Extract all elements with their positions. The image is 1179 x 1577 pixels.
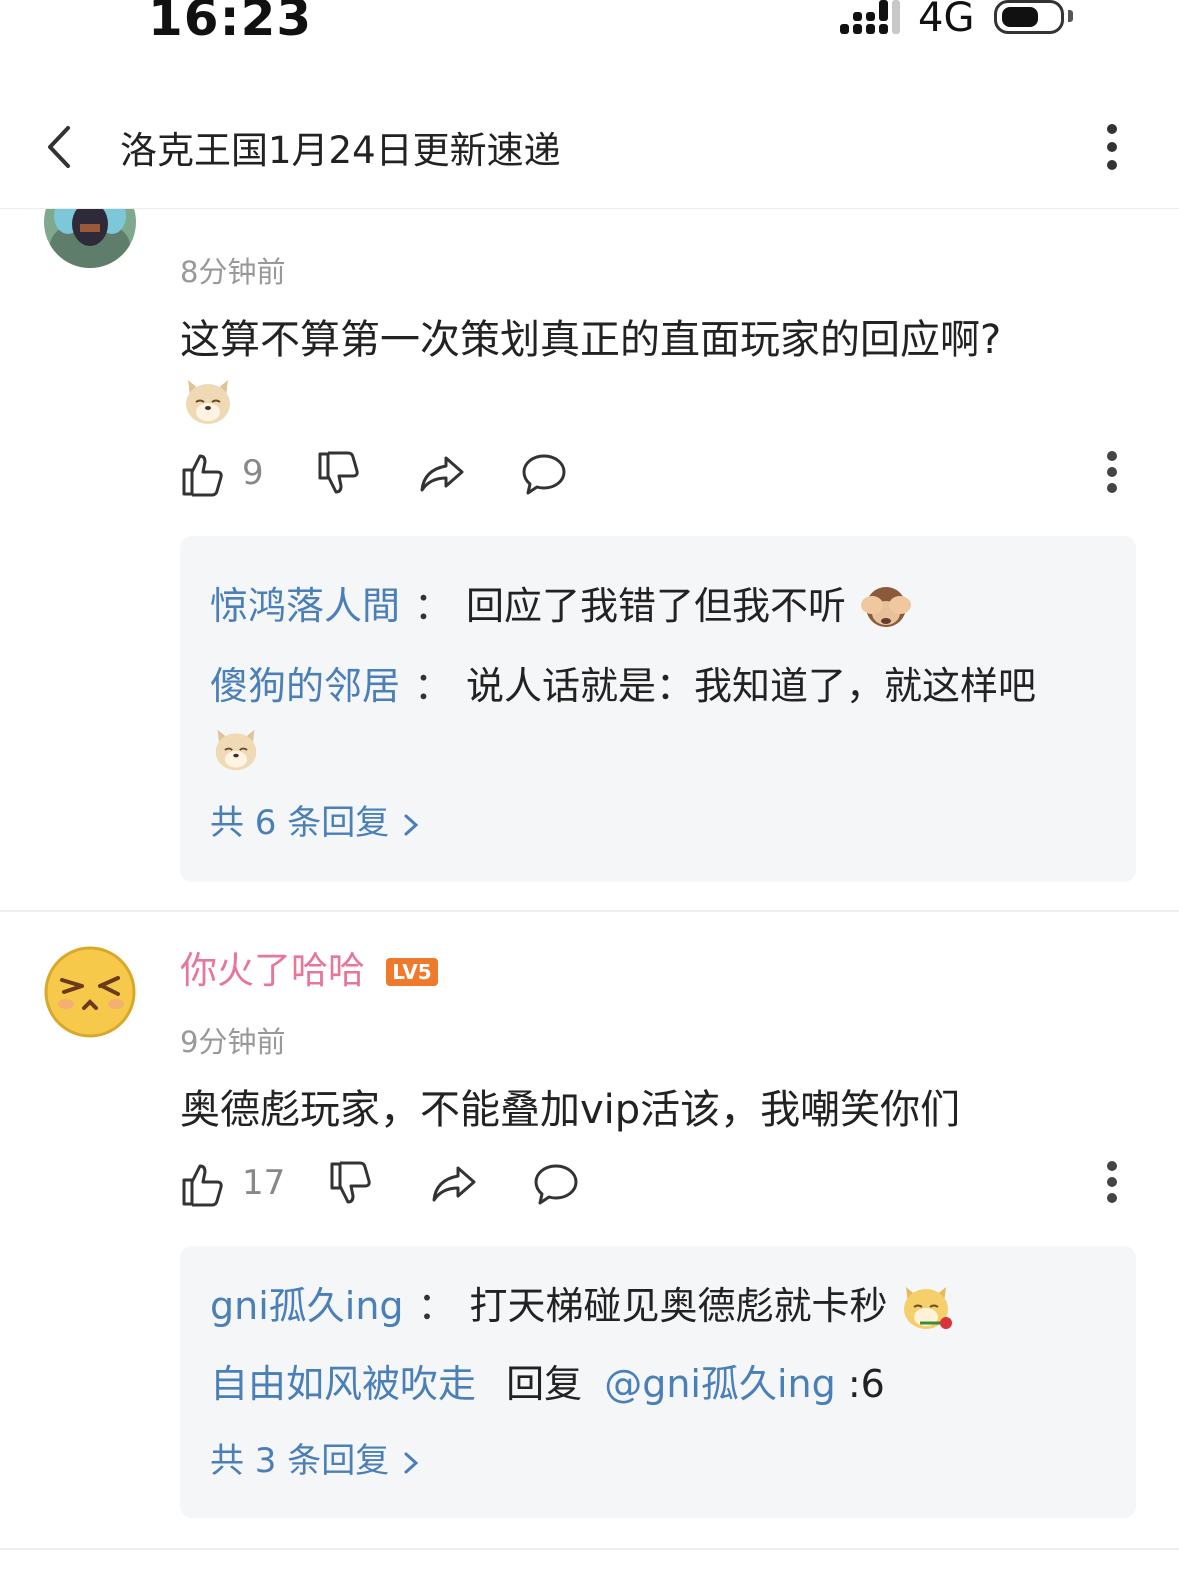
battery-icon — [994, 0, 1064, 34]
level-badge-text: LV5 — [392, 960, 432, 984]
comment-timestamp: 8分钟前 — [180, 255, 286, 289]
level-badge: LV5 — [386, 958, 438, 986]
reply-item: 自由如风被吹走 回复 @gni孤久ing :6 — [210, 1356, 885, 1412]
reply-total: 共 6 条回复 — [210, 803, 390, 843]
thumbs-down-icon[interactable] — [328, 1160, 376, 1208]
reply-username[interactable]: gni孤久ing — [210, 1284, 404, 1328]
reply-separator: ： — [417, 1284, 456, 1328]
view-all-replies-link[interactable]: 共 6 条回复 — [210, 798, 422, 848]
chevron-right-icon — [404, 814, 419, 835]
reply-text: 打天梯碰见奥德彪就卡秒 — [469, 1284, 888, 1328]
comment-body: 这算不算第一次策划真正的直面玩家的回应啊? — [180, 317, 1002, 363]
thumbs-up-icon[interactable] — [180, 450, 228, 498]
see-no-evil-monkey-icon — [861, 586, 912, 627]
comment-divider — [0, 910, 1179, 912]
comment-actions: 17 — [180, 1160, 1140, 1216]
reply-word: 回复 — [506, 1362, 583, 1406]
comment-more-icon[interactable] — [1105, 1160, 1119, 1208]
thumbs-up-icon[interactable] — [180, 1160, 228, 1208]
reply-separator: ： — [414, 664, 453, 708]
like-count: 17 — [242, 1163, 286, 1203]
share-icon[interactable] — [430, 1160, 478, 1208]
share-icon[interactable] — [418, 450, 466, 498]
comment-text: 这算不算第一次策划真正的直面玩家的回应啊? — [180, 310, 1001, 370]
comment-body: 奥德彪玩家，不能叠加vip活该，我嘲笑你们 — [180, 1087, 961, 1133]
page-title: 洛克王国1月24日更新速递 — [120, 129, 561, 172]
network-type: 4G — [918, 0, 975, 41]
reply-mention[interactable]: @gni孤久ing — [604, 1362, 836, 1406]
comment-username[interactable]: 你火了哈哈 — [180, 946, 365, 996]
reply-item: gni孤久ing ： 打天梯碰见奥德彪就卡秒 — [210, 1278, 954, 1335]
reply-item: 傻狗的邻居 ： 说人话就是：我知道了，就这样吧 — [210, 658, 1036, 714]
comment-bubble-icon[interactable] — [520, 450, 568, 498]
battery-tip — [1068, 10, 1073, 22]
chevron-left-icon[interactable] — [42, 122, 82, 172]
reply-username[interactable]: 傻狗的邻居 — [210, 664, 400, 708]
like-count: 9 — [242, 453, 264, 493]
reply-preview-box: gni孤久ing ： 打天梯碰见奥德彪就卡秒 自由如风被吹走 回复 @gni孤久in… — [180, 1246, 1136, 1518]
comment-bubble-icon[interactable] — [532, 1160, 580, 1208]
reply-item: 惊鸿落人間 ： 回应了我错了但我不听 — [210, 578, 914, 635]
comment-text: 奥德彪玩家，不能叠加vip活该，我嘲笑你们 — [180, 1080, 960, 1140]
chevron-right-icon — [404, 1452, 419, 1473]
comment-more-icon[interactable] — [1105, 450, 1119, 498]
top-navigation-bar: 洛克王国1月24日更新速递 — [0, 100, 1179, 209]
comment-divider — [0, 1548, 1179, 1550]
thumbs-down-icon[interactable] — [316, 450, 364, 498]
avatar[interactable] — [44, 946, 136, 1038]
reply-total: 共 3 条回复 — [210, 1441, 390, 1481]
doge-rose-icon — [903, 1286, 952, 1329]
status-time: 16:23 — [148, 0, 313, 47]
doge-face-icon — [215, 729, 257, 771]
reply-text: 说人话就是：我知道了，就这样吧 — [466, 664, 1037, 708]
reply-username[interactable]: 惊鸿落人間 — [210, 584, 400, 628]
doge-face-icon — [186, 380, 230, 424]
reply-preview-box: 惊鸿落人間 ： 回应了我错了但我不听 傻狗的邻居 ： 说人话就是：我知道了，就这样吧 共… — [180, 536, 1136, 882]
comment-actions: 9 — [180, 450, 1140, 506]
reply-username[interactable]: 自由如风被吹走 — [210, 1362, 476, 1406]
reply-separator: ： — [414, 584, 453, 628]
view-all-replies-link[interactable]: 共 3 条回复 — [210, 1436, 422, 1486]
reply-text: :6 — [847, 1362, 885, 1406]
reply-text: 回应了我错了但我不听 — [466, 584, 847, 628]
more-vertical-icon[interactable] — [1100, 122, 1124, 172]
signal-strength-icon — [840, 0, 900, 34]
comment-timestamp: 9分钟前 — [180, 1025, 286, 1059]
